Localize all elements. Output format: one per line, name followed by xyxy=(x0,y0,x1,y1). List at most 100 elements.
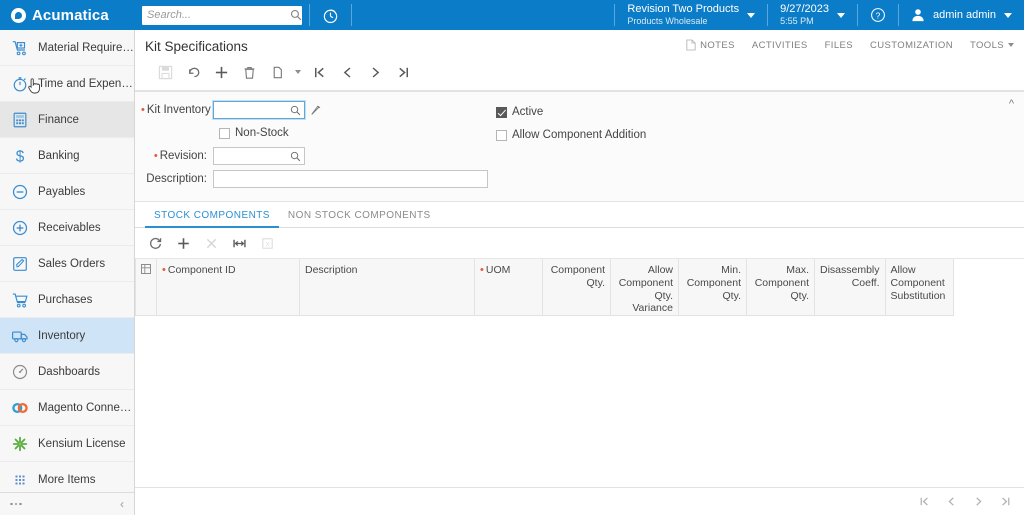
first-page-button[interactable] xyxy=(918,495,931,508)
add-row-button[interactable] xyxy=(169,232,197,254)
non-stock-checkbox[interactable] xyxy=(219,127,230,139)
column-header-description[interactable]: Description xyxy=(299,259,475,317)
sidebar-item-banking[interactable]: $ Banking xyxy=(0,138,134,174)
collapse-form-panel-button[interactable]: ^ xyxy=(1005,97,1018,112)
last-record-button[interactable] xyxy=(389,61,417,83)
pencil-icon[interactable] xyxy=(310,104,322,116)
description-input[interactable] xyxy=(217,171,484,187)
column-header-component-qty[interactable]: Component Qty. xyxy=(542,259,611,317)
sidebar-item-label: Banking xyxy=(38,149,80,162)
undo-button[interactable] xyxy=(179,61,207,83)
sidebar-item-more-items[interactable]: More Items xyxy=(0,462,134,492)
first-record-button[interactable] xyxy=(305,61,333,83)
sidebar-item-finance[interactable]: Finance xyxy=(0,102,134,138)
chevron-left-icon[interactable]: ‹ xyxy=(120,498,124,510)
customization-link[interactable]: CUSTOMIZATION xyxy=(870,40,953,51)
sidebar-item-label: Purchases xyxy=(38,293,93,306)
add-new-record-button[interactable] xyxy=(207,61,235,83)
description-label: Description: xyxy=(146,173,207,185)
magnifier-icon[interactable] xyxy=(290,105,301,116)
tab-non-stock-components[interactable]: NON STOCK COMPONENTS xyxy=(279,210,440,227)
tools-link[interactable]: TOOLS xyxy=(970,40,1014,51)
delete-row-button[interactable] xyxy=(197,232,225,254)
sidebar-item-magento-connector[interactable]: Magento Connector xyxy=(0,390,134,426)
kit-inventory-id-input[interactable] xyxy=(217,102,290,118)
copy-paste-dropdown[interactable] xyxy=(291,61,305,83)
kit-inventory-id-field[interactable] xyxy=(213,101,305,119)
column-header-label: Allow Component Qty. Variance xyxy=(618,264,673,315)
sidebar-item-label: Time and Expenses xyxy=(38,77,134,90)
notes-link[interactable]: NOTES xyxy=(686,39,735,51)
sidebar-item-dashboards[interactable]: Dashboards xyxy=(0,354,134,390)
non-stock-label: Non-Stock xyxy=(235,127,289,139)
description-field[interactable] xyxy=(213,170,488,188)
sidebar-item-receivables[interactable]: Receivables xyxy=(0,210,134,246)
first-page-icon xyxy=(314,67,324,77)
sidebar-item-material-requirements[interactable]: Material Requirem... xyxy=(0,30,134,66)
last-page-icon xyxy=(398,67,408,77)
grid-scroll-area[interactable]: • Component ID Description • UOM Component… xyxy=(135,259,1024,487)
files-link-label: FILES xyxy=(824,39,853,51)
sidebar-item-time-and-expenses[interactable]: Time and Expenses xyxy=(0,66,134,102)
previous-page-button[interactable] xyxy=(945,495,958,508)
column-header-max-component-qty[interactable]: Max. Component Qty. xyxy=(746,259,815,317)
acumatica-logo-icon xyxy=(11,7,26,23)
brand-logo[interactable]: Acumatica xyxy=(0,0,135,30)
help-button[interactable]: ? xyxy=(858,0,898,30)
active-checkbox[interactable] xyxy=(496,106,507,118)
chevron-down-icon xyxy=(747,12,756,18)
business-date-selector[interactable]: 9/27/2023 5:55 PM xyxy=(768,0,857,30)
fit-to-screen-button[interactable] xyxy=(225,232,253,254)
refresh-grid-button[interactable] xyxy=(141,232,169,254)
sidebar-item-payables[interactable]: Payables xyxy=(0,174,134,210)
column-header-label: Allow Component Substitution xyxy=(890,264,946,302)
previous-record-button[interactable] xyxy=(333,61,361,83)
sidebar-item-kensium-license[interactable]: Kensium License xyxy=(0,426,134,462)
company-selector[interactable]: Revision Two Products Products Wholesale xyxy=(615,0,767,30)
customization-link-label: CUSTOMIZATION xyxy=(870,39,953,51)
column-header-allow-component-qty-variance[interactable]: Allow Component Qty. Variance xyxy=(610,259,679,317)
delete-record-button[interactable] xyxy=(235,61,263,83)
plus-icon xyxy=(177,237,189,249)
grid-pagination xyxy=(135,487,1024,515)
last-page-button[interactable] xyxy=(999,495,1012,508)
tab-stock-components[interactable]: STOCK COMPONENTS xyxy=(145,210,279,228)
linked-rings-icon xyxy=(12,402,28,413)
files-link[interactable]: FILES xyxy=(825,40,853,51)
column-header-allow-component-substitution[interactable]: Allow Component Substitution xyxy=(884,259,954,317)
save-button[interactable] xyxy=(151,61,179,83)
dollar-icon: $ xyxy=(16,148,25,165)
sidebar-item-sales-orders[interactable]: Sales Orders xyxy=(0,246,134,282)
stopwatch-icon xyxy=(13,76,27,91)
user-menu[interactable]: admin admin xyxy=(899,0,1024,30)
active-row: Active xyxy=(496,103,646,121)
column-header-uom[interactable]: • UOM xyxy=(474,259,543,317)
timer-button[interactable] xyxy=(310,0,351,30)
form-left-column: • Kit Inventory ID: Non-Stock • Revision… xyxy=(141,101,496,193)
next-record-button[interactable] xyxy=(361,61,389,83)
ellipsis-icon[interactable] xyxy=(10,502,22,506)
export-to-excel-button[interactable]: X xyxy=(253,232,281,254)
column-header-disassembly-coeff[interactable]: Disassembly Coeff. xyxy=(814,259,886,317)
sidebar-item-inventory[interactable]: Inventory xyxy=(0,318,134,354)
next-page-button[interactable] xyxy=(972,495,985,508)
chevron-down-icon xyxy=(1008,43,1014,47)
column-header-min-component-qty[interactable]: Min. Component Qty. xyxy=(678,259,747,317)
search-input[interactable] xyxy=(147,9,290,21)
revision-field[interactable] xyxy=(213,147,305,165)
application-body: Material Requirem... Time and Expenses F… xyxy=(0,30,1024,515)
column-header-label: Disassembly Coeff. xyxy=(820,264,880,289)
copy-icon xyxy=(273,66,282,78)
copy-paste-button[interactable] xyxy=(263,61,291,83)
column-header-label: UOM xyxy=(485,264,511,276)
sidebar-item-purchases[interactable]: Purchases xyxy=(0,282,134,318)
record-toolbar xyxy=(145,54,1014,90)
revision-input[interactable] xyxy=(217,148,290,164)
magnifier-icon[interactable] xyxy=(290,151,301,162)
allow-component-addition-checkbox[interactable] xyxy=(496,129,507,141)
search-box[interactable] xyxy=(142,5,302,25)
required-marker: • xyxy=(153,150,158,162)
activities-link[interactable]: ACTIVITIES xyxy=(752,40,808,51)
column-header-component-id[interactable]: • Component ID xyxy=(156,259,300,317)
grid-settings-header[interactable] xyxy=(135,259,157,317)
